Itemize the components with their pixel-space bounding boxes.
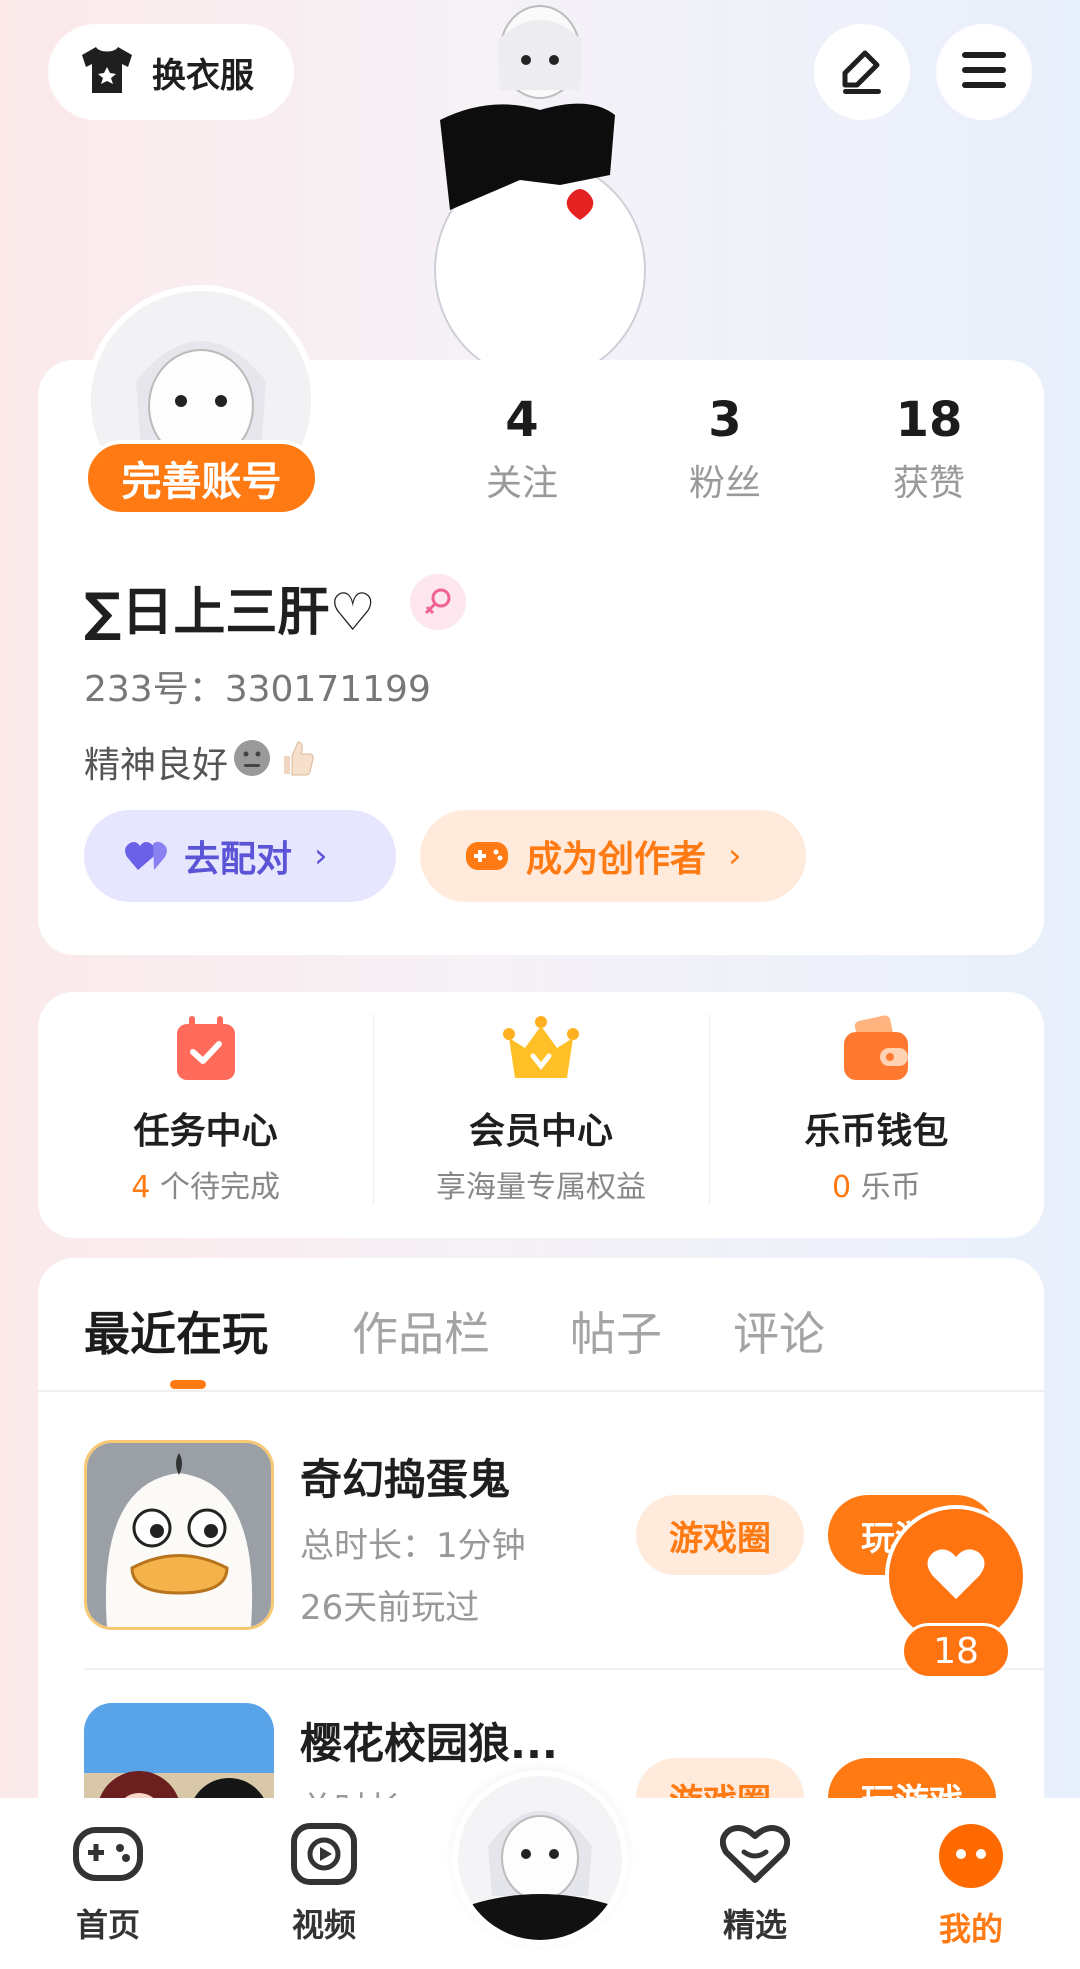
- nav-featured-label: 精选: [722, 1906, 787, 1944]
- coin-wallet-sub: 0 乐币: [832, 1162, 921, 1206]
- gamepad-icon: [72, 1822, 144, 1890]
- task-center-sub-text: 个待完成: [150, 1170, 280, 1205]
- shirt-icon: [78, 45, 136, 99]
- active-tab-indicator: [170, 1380, 206, 1389]
- stat-following-label: 关注: [485, 463, 558, 504]
- stat-likes[interactable]: 18 获赞: [849, 392, 1009, 506]
- menu-icon: [960, 50, 1008, 94]
- heart-pair-icon: [124, 838, 168, 874]
- heart-icon: [926, 1547, 986, 1605]
- member-center[interactable]: 会员中心 享海量专属权益: [373, 992, 708, 1238]
- row-divider: [84, 1668, 1044, 1670]
- tab-posts[interactable]: 帖子: [570, 1298, 662, 1364]
- stat-fans-count: 3: [708, 392, 742, 448]
- wallet-icon: [840, 1014, 912, 1088]
- nav-featured[interactable]: 精选: [685, 1822, 825, 1946]
- game-title: 樱花校园狼...: [300, 1719, 558, 1768]
- pair-label: 去配对: [184, 839, 293, 880]
- nav-video[interactable]: 视频: [254, 1822, 394, 1946]
- stat-likes-label: 获赞: [892, 463, 965, 504]
- member-center-sub: 享海量专属权益: [435, 1170, 646, 1205]
- become-creator-label: 成为创作者: [526, 839, 707, 880]
- game-title: 奇幻捣蛋鬼: [300, 1455, 511, 1504]
- gamepad-icon: [464, 838, 510, 874]
- stat-likes-count: 18: [895, 392, 963, 448]
- edit-button[interactable]: [814, 24, 910, 120]
- play-video-icon: [290, 1822, 358, 1890]
- services-card: 任务中心 4 个待完成 会员中心 享海量专属权益 乐币钱包 0 乐币: [38, 992, 1044, 1238]
- task-center[interactable]: 任务中心 4 个待完成: [38, 992, 373, 1238]
- nav-mine[interactable]: 我的: [901, 1822, 1041, 1950]
- calendar-check-icon: [173, 1014, 239, 1088]
- game-icon-qihuan[interactable]: [84, 1440, 274, 1630]
- female-gender-icon: [410, 574, 466, 630]
- complete-account-badge[interactable]: 完善账号: [84, 440, 319, 516]
- nav-home[interactable]: 首页: [38, 1822, 178, 1946]
- game-circle-button[interactable]: 游戏圈: [636, 1495, 804, 1575]
- nav-home-label: 首页: [75, 1906, 140, 1944]
- tab-divider: [38, 1390, 1044, 1392]
- pair-button[interactable]: 去配对 ›: [84, 810, 396, 902]
- user-id: 233号：330171199: [84, 669, 431, 710]
- bio: 精神良好: [84, 736, 316, 788]
- tab-recent-played[interactable]: 最近在玩: [84, 1298, 268, 1364]
- avatar-character-figure: [410, 0, 670, 381]
- pen-icon: [837, 45, 887, 99]
- chevron-right-icon: ›: [728, 836, 742, 876]
- stat-following-count: 4: [505, 392, 539, 448]
- coin-wallet-count: 0: [832, 1170, 852, 1205]
- bio-text: 精神良好: [84, 745, 229, 786]
- stat-fans-label: 粉丝: [688, 463, 761, 504]
- member-center-title: 会员中心: [468, 1111, 613, 1152]
- smile-face-icon: [937, 1822, 1005, 1894]
- like-count: 18: [901, 1623, 1011, 1679]
- chevron-right-icon: ›: [314, 836, 328, 876]
- game-last-played: 26天前玩过: [300, 1588, 480, 1628]
- task-center-sub: 4 个待完成: [131, 1162, 280, 1206]
- nav-mine-label: 我的: [938, 1910, 1003, 1948]
- crown-icon: [502, 1014, 579, 1088]
- stat-fans[interactable]: 3 粉丝: [645, 392, 805, 506]
- game-duration: 总时长：1分钟: [300, 1526, 526, 1566]
- username: ∑日上三肝♡: [84, 583, 376, 643]
- task-center-title: 任务中心: [133, 1111, 278, 1152]
- nav-video-label: 视频: [291, 1906, 356, 1944]
- thumbs-up-emoji-icon: [276, 738, 316, 787]
- tab-comments[interactable]: 评论: [733, 1298, 825, 1364]
- task-center-count: 4: [131, 1170, 151, 1205]
- nav-center-avatar[interactable]: [452, 1770, 628, 1946]
- stat-following[interactable]: 4 关注: [442, 392, 602, 506]
- heart-chat-icon: [719, 1822, 791, 1890]
- tab-works[interactable]: 作品栏: [352, 1298, 490, 1364]
- change-outfit-button[interactable]: 换衣服: [48, 24, 294, 120]
- menu-button[interactable]: [936, 24, 1032, 120]
- change-outfit-label: 换衣服: [152, 55, 254, 96]
- neutral-face-emoji-icon: [232, 738, 272, 787]
- coin-wallet-title: 乐币钱包: [804, 1111, 949, 1152]
- coin-wallet-sub-text: 乐币: [851, 1170, 921, 1205]
- coin-wallet[interactable]: 乐币钱包 0 乐币: [708, 992, 1044, 1238]
- become-creator-button[interactable]: 成为创作者 ›: [420, 810, 806, 902]
